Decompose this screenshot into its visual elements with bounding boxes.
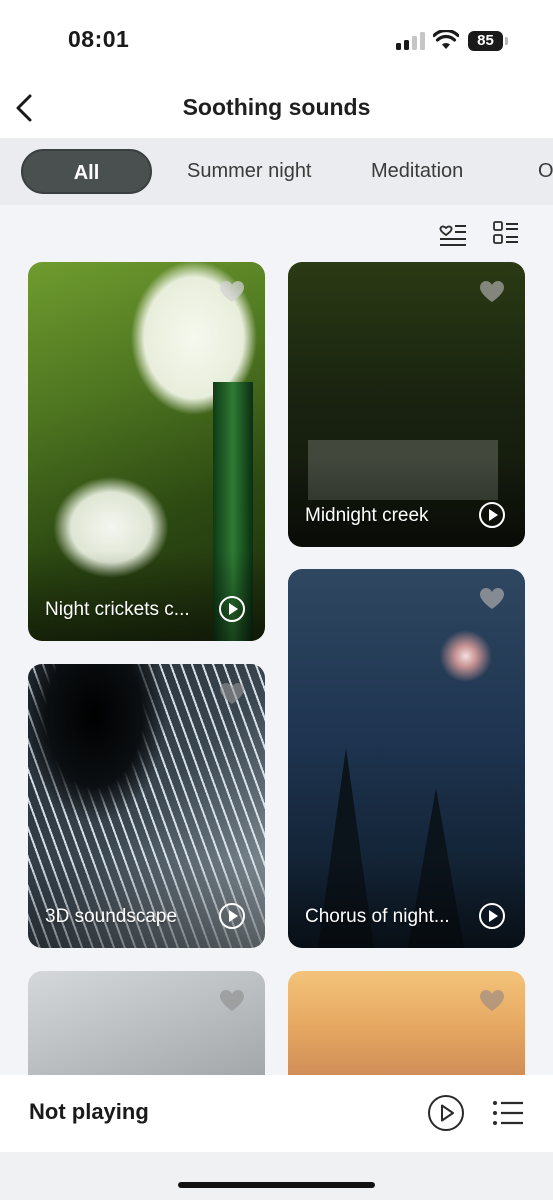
wifi-icon (433, 30, 459, 49)
home-area (0, 1152, 553, 1200)
sound-card-6[interactable] (288, 971, 525, 1091)
tab-summer-night[interactable]: Summer night (187, 149, 312, 194)
sound-card-5[interactable] (28, 971, 265, 1091)
battery-indicator: 85 (468, 31, 503, 51)
status-time: 08:01 (68, 26, 130, 52)
header: Soothing sounds (0, 80, 553, 138)
tab-meditation[interactable]: Meditation (371, 149, 463, 194)
cellular-signal-icon (396, 32, 426, 50)
sound-card-midnight-creek[interactable]: Midnight creek (288, 262, 525, 547)
sound-card-3d-soundscape[interactable]: 3D soundscape (28, 664, 265, 948)
heart-icon[interactable] (479, 280, 505, 304)
favorites-list-button[interactable] (438, 218, 468, 248)
tab-all[interactable]: All (21, 149, 152, 194)
status-bar: 08:01 85 (0, 0, 553, 80)
heart-icon[interactable] (219, 989, 245, 1013)
player-bar: Not playing (0, 1075, 553, 1152)
sound-card-night-crickets[interactable]: Night crickets c... (28, 262, 265, 641)
card-title: Chorus of night... (305, 906, 450, 927)
play-icon[interactable] (479, 502, 505, 528)
tab-overflow[interactable]: O (538, 149, 553, 194)
heart-icon[interactable] (479, 587, 505, 611)
heart-list-icon (439, 225, 453, 237)
heart-icon[interactable] (479, 989, 505, 1013)
battery-cap (505, 37, 508, 45)
card-title: Midnight creek (305, 505, 429, 526)
player-status: Not playing (29, 1099, 149, 1124)
grid-view-button[interactable] (491, 218, 521, 248)
card-title: Night crickets c... (45, 599, 190, 620)
category-tabs: All Summer night Meditation O (0, 138, 553, 205)
sound-card-chorus-of-night[interactable]: Chorus of night... (288, 569, 525, 948)
heart-icon[interactable] (219, 682, 245, 706)
grid-list-icon (493, 221, 518, 244)
home-indicator[interactable] (178, 1182, 375, 1188)
playlist-icon[interactable] (492, 1099, 524, 1127)
play-icon[interactable] (219, 596, 245, 622)
play-icon[interactable] (479, 903, 505, 929)
page-title: Soothing sounds (182, 94, 371, 120)
play-icon[interactable] (219, 903, 245, 929)
heart-icon[interactable] (219, 280, 245, 304)
card-title: 3D soundscape (45, 906, 178, 927)
play-circle-icon[interactable] (427, 1094, 465, 1132)
